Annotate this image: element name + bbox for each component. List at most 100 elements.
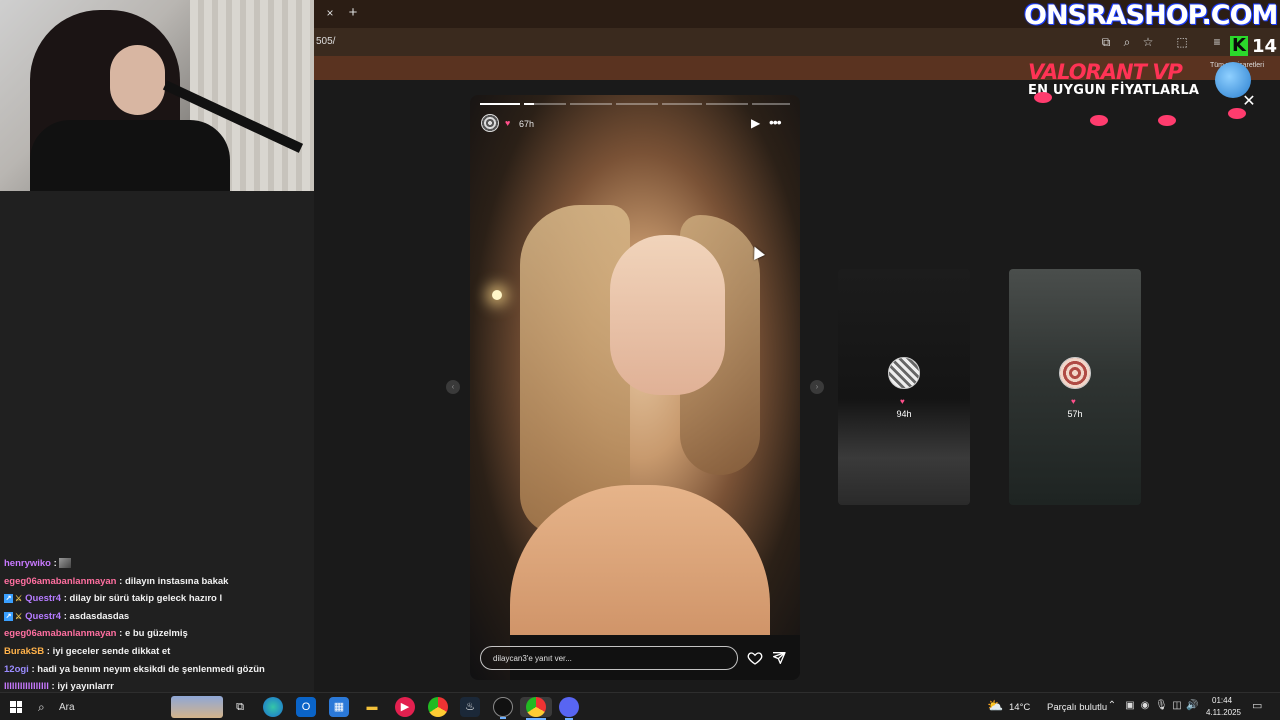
- address-bar[interactable]: [314, 28, 1280, 56]
- story-progress-segment: [616, 103, 658, 105]
- chat-username[interactable]: 12ogi: [4, 664, 29, 675]
- lips-icon: [1158, 115, 1176, 126]
- chrome-icon[interactable]: [428, 697, 448, 717]
- task-view-icon[interactable]: ⧉: [230, 697, 250, 717]
- extensions-icon[interactable]: ⬚: [1174, 34, 1190, 50]
- install-icon[interactable]: ⧉: [1098, 34, 1114, 50]
- send-direct-icon[interactable]: [771, 650, 787, 666]
- like-heart-icon[interactable]: [747, 650, 763, 666]
- tray-app-icon[interactable]: ▣: [1124, 700, 1136, 712]
- chrome-icon[interactable]: [526, 697, 546, 717]
- chat-username[interactable]: egeg06amabanlanmayan: [4, 628, 116, 639]
- kick-logo: K: [1230, 36, 1248, 56]
- discord-icon[interactable]: [559, 697, 579, 720]
- story-progress-segment: [534, 103, 566, 105]
- lips-icon: [1228, 108, 1246, 119]
- heart-badge-icon: ♥: [1071, 397, 1076, 406]
- story-progress-segment: [570, 103, 612, 105]
- viewer-count: 14: [1252, 36, 1278, 57]
- chat-message: ↗ ⚔ Questr4 : dilay bir sürü takip geleck …: [4, 593, 223, 604]
- close-icon[interactable]: ✕: [1241, 94, 1257, 110]
- chat-username[interactable]: henrywiko: [4, 558, 51, 569]
- emote-icon: [59, 558, 72, 569]
- chat-text: iyi geceler sende dikkat et: [52, 646, 171, 657]
- chat-message: lllllllllllllllll : iyi yayınlarrr: [4, 681, 114, 692]
- next-story-arrow[interactable]: ›: [810, 380, 824, 394]
- weather-cloud-icon[interactable]: ⛅: [987, 698, 1003, 714]
- chat-username[interactable]: Questr4: [25, 611, 61, 622]
- weather-temperature[interactable]: 14°C: [1009, 702, 1030, 713]
- lips-icon: [1090, 115, 1108, 126]
- chevron-up-icon[interactable]: ⌃: [1106, 700, 1118, 712]
- story-progress-segment: [706, 103, 748, 105]
- windows-start-icon[interactable]: [10, 701, 22, 713]
- story-author-avatar[interactable]: [481, 114, 499, 132]
- story-progress-segment: [752, 103, 790, 105]
- chat-message: henrywiko :: [4, 558, 72, 569]
- subscriber-badge-icon: ↗: [4, 593, 13, 603]
- reading-list-icon[interactable]: ≡: [1209, 34, 1225, 50]
- more-options-icon[interactable]: •••: [769, 114, 787, 130]
- notification-icon[interactable]: ▭: [1252, 700, 1266, 713]
- sword-badge-icon: ⚔: [15, 594, 23, 603]
- play-icon[interactable]: ▶: [751, 116, 763, 130]
- story-image[interactable]: [470, 95, 800, 680]
- search-highlight-image[interactable]: [171, 696, 223, 718]
- volume-icon[interactable]: 🔊: [1186, 700, 1198, 712]
- chat-username[interactable]: egeg06amabanlanmayan: [4, 576, 116, 587]
- preview-avatar: [1059, 357, 1091, 389]
- chat-message: egeg06amabanlanmayan : dilayın instasına…: [4, 576, 229, 587]
- story-reply-input[interactable]: [480, 646, 738, 670]
- chat-message: BurakSB : iyi geceler sende dikkat et: [4, 646, 171, 657]
- chat-text: iyi yayınlarrr: [57, 681, 114, 692]
- url-text[interactable]: 505/: [316, 36, 335, 47]
- chat-text: hadi ya benım neyım eksikdi de şenlenmed…: [37, 664, 265, 675]
- preview-time-ago: 94h: [896, 409, 912, 419]
- subscriber-badge-icon: ↗: [4, 611, 13, 621]
- clock-date[interactable]: 4.11.2025: [1206, 708, 1241, 717]
- tab-close-icon[interactable]: ×: [322, 5, 338, 21]
- ad-subline: EN UYGUN FİYATLARLA: [1028, 83, 1200, 98]
- outlook-icon[interactable]: O: [296, 697, 316, 717]
- heart-badge-icon: ♥: [900, 397, 905, 406]
- ad-headline: VALORANT VP: [1028, 60, 1183, 84]
- chat-text: asdasdasdas: [69, 611, 130, 622]
- clock-time[interactable]: 01:44: [1212, 696, 1232, 705]
- previous-story-arrow[interactable]: ‹: [446, 380, 460, 394]
- chat-message: 12ogi : hadi ya benım neyım eksikdi de ş…: [4, 664, 265, 675]
- preview-time-ago: 57h: [1067, 409, 1083, 419]
- obs-icon[interactable]: [493, 697, 513, 719]
- story-progress-segment: [480, 103, 520, 105]
- chat-message: egeg06amabanlanmayan : e bu güzelmiş: [4, 628, 188, 639]
- preview-avatar: [888, 357, 920, 389]
- chat-text: e bu güzelmiş: [124, 628, 188, 639]
- search-icon[interactable]: ⌕: [38, 700, 52, 714]
- steam-icon[interactable]: ♨: [460, 697, 480, 717]
- webcam-feed: [0, 0, 314, 191]
- edge-icon[interactable]: [263, 697, 283, 717]
- story-progress-segment: [524, 103, 534, 105]
- file-explorer-icon[interactable]: ▬: [362, 697, 382, 717]
- story-time-ago: 67h: [519, 119, 535, 129]
- zoom-icon[interactable]: ⌕: [1119, 34, 1135, 50]
- taskbar-search-label[interactable]: Ara: [59, 702, 75, 713]
- heart-badge-icon: ♥: [505, 118, 511, 128]
- chat-username[interactable]: Questr4: [25, 593, 61, 604]
- chat-text: dilayın instasına bakak: [124, 576, 229, 587]
- store-icon[interactable]: ▦: [329, 697, 349, 717]
- story-progress-segment: [662, 103, 702, 105]
- chat-username[interactable]: BurakSB: [4, 646, 44, 657]
- tray-app-icon[interactable]: ◉: [1139, 700, 1151, 712]
- chat-username[interactable]: lllllllllllllllll: [4, 681, 49, 692]
- network-icon[interactable]: ◫: [1171, 700, 1183, 712]
- weather-description[interactable]: Parçalı bulutlu: [1047, 702, 1107, 713]
- star-icon[interactable]: ☆: [1140, 34, 1156, 50]
- media-player-icon[interactable]: ▶: [395, 697, 415, 717]
- story-preview-card[interactable]: ♥ 57h: [1009, 269, 1141, 505]
- microphone-icon[interactable]: 🎙: [1155, 700, 1168, 712]
- chat-message: ↗ ⚔ Questr4 : asdasdasdas: [4, 611, 130, 622]
- new-tab-button[interactable]: +: [345, 4, 361, 22]
- story-preview-card[interactable]: ♥ 94h: [838, 269, 970, 505]
- ad-shop-logo: ONSRASHOP.COM: [1024, 0, 1278, 31]
- lips-icon: [1034, 92, 1052, 103]
